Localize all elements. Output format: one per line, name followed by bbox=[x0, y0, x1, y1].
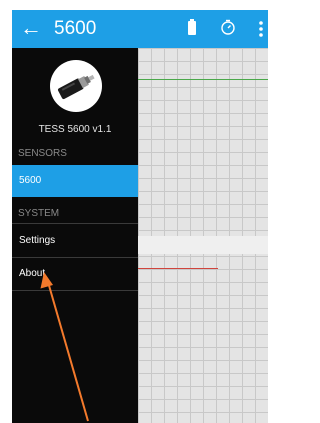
nav-item-settings[interactable]: Settings bbox=[12, 225, 138, 257]
sensor-device-icon bbox=[57, 74, 95, 100]
chart-trace-green bbox=[138, 79, 268, 80]
device-avatar bbox=[50, 60, 102, 112]
battery-icon bbox=[188, 19, 196, 35]
toolbar-title: 5600 bbox=[54, 18, 97, 39]
back-arrow-icon[interactable]: ← bbox=[20, 16, 42, 40]
device-name: TESS 5600 v1.1 bbox=[38, 124, 112, 135]
section-header-system: SYSTEM bbox=[18, 208, 60, 219]
navigation-drawer: TESS 5600 v1.1 SENSORS 5600 SYSTEM Setti… bbox=[12, 48, 138, 423]
app-toolbar: ← 5600 bbox=[12, 10, 268, 48]
sensor-chart bbox=[138, 48, 268, 423]
timer-icon[interactable] bbox=[220, 19, 236, 35]
nav-item-5600[interactable]: 5600 bbox=[12, 165, 138, 197]
chart-separator bbox=[138, 236, 268, 254]
overflow-menu-icon[interactable] bbox=[258, 20, 268, 38]
chart-trace-red bbox=[138, 268, 218, 269]
divider bbox=[12, 223, 138, 224]
phone-screen: ← 5600 TESS 5600 v1.1 SENSORS 5600 SYSTE… bbox=[12, 10, 268, 423]
nav-item-about[interactable]: About bbox=[12, 258, 138, 290]
divider bbox=[12, 290, 138, 291]
section-header-sensors: SENSORS bbox=[18, 148, 67, 159]
